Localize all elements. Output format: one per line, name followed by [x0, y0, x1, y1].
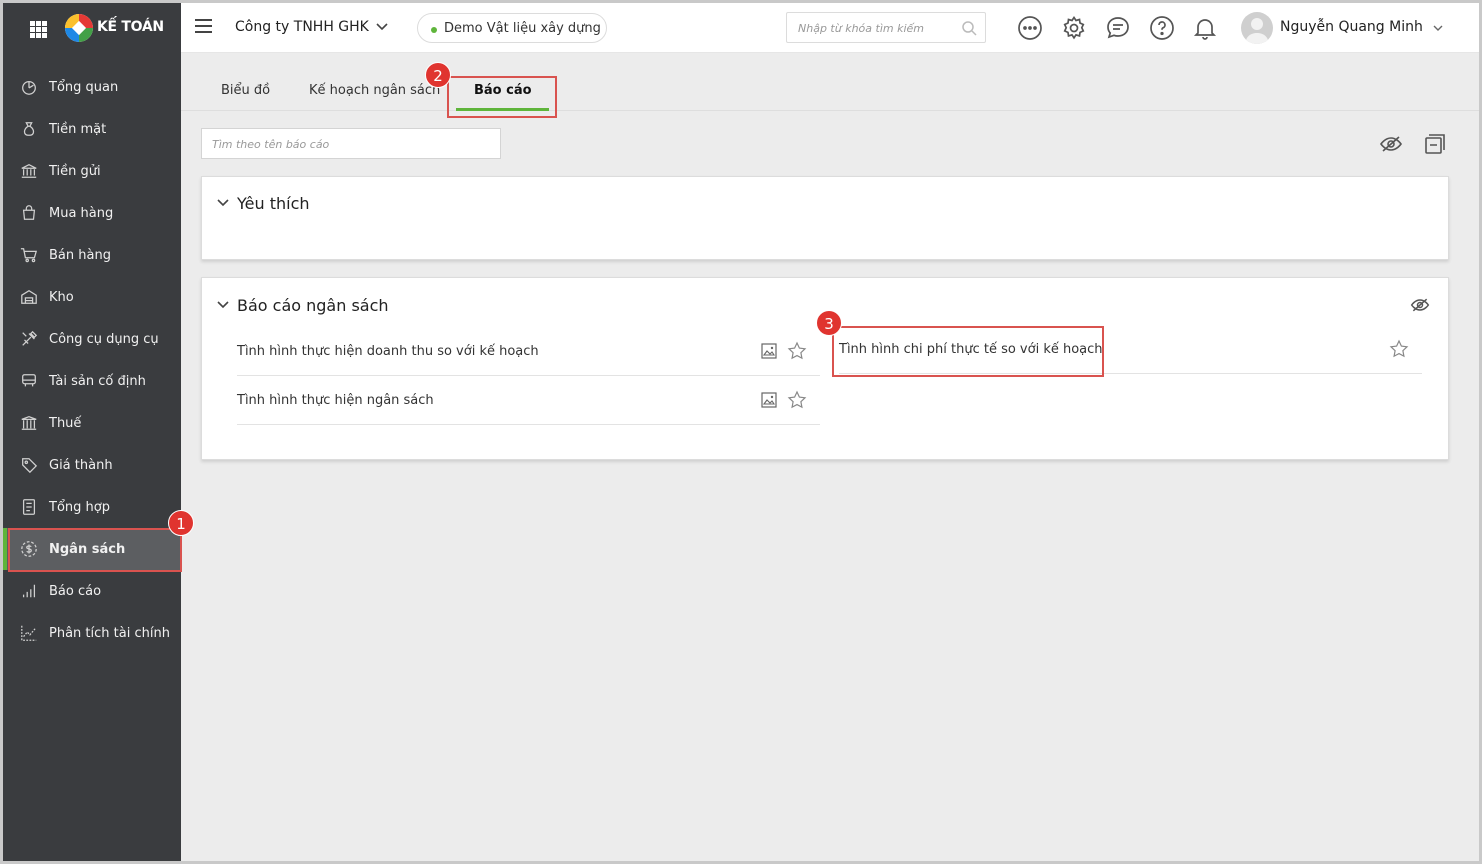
- report-item-label[interactable]: Tình hình thực hiện doanh thu so với kế …: [237, 344, 539, 359]
- more-icon[interactable]: [1017, 15, 1043, 41]
- bar-chart-icon: [19, 581, 39, 601]
- bell-icon[interactable]: [1192, 15, 1218, 41]
- sidebar-item-tien-mat[interactable]: Tiền mặt: [3, 108, 181, 150]
- menu-icon[interactable]: [195, 19, 212, 33]
- user-name[interactable]: Nguyễn Quang Minh: [1280, 19, 1423, 35]
- tab-bieu-do[interactable]: Biểu đồ: [221, 83, 270, 98]
- sidebar-item-tong-quan[interactable]: Tổng quan: [3, 66, 181, 108]
- price-tag-icon: [19, 455, 39, 475]
- favorites-title[interactable]: Yêu thích: [237, 194, 310, 213]
- chat-icon[interactable]: [1105, 15, 1131, 41]
- sidebar-item-label: Tiền mặt: [49, 121, 107, 137]
- logo-icon: [65, 14, 93, 42]
- highlight-box: [8, 528, 182, 572]
- budget-reports-title[interactable]: Báo cáo ngân sách: [237, 296, 389, 315]
- image-icon[interactable]: [761, 392, 777, 408]
- step-badge: 1: [168, 510, 194, 536]
- sidebar-item-kho[interactable]: Kho: [3, 276, 181, 318]
- brand: KẾ TOÁN: [3, 3, 181, 53]
- star-icon[interactable]: [787, 341, 807, 361]
- sidebar-item-tai-san[interactable]: Tài sản cố định: [3, 360, 181, 402]
- search-placeholder: Nhập từ khóa tìm kiếm: [798, 22, 925, 35]
- budget-reports-section: Báo cáo ngân sách Tình hình thực hiện do…: [201, 277, 1449, 460]
- brand-name: KẾ TOÁN: [97, 19, 164, 35]
- sidebar-item-label: Tổng hợp: [49, 499, 110, 515]
- sidebar-item-mua-hang[interactable]: Mua hàng: [3, 192, 181, 234]
- tab-ke-hoach-ngan-sach[interactable]: Kế hoạch ngân sách: [309, 83, 440, 98]
- bank-icon: [19, 161, 39, 181]
- image-icon[interactable]: [761, 343, 777, 359]
- sidebar-item-tien-gui[interactable]: Tiền gửi: [3, 150, 181, 192]
- top-bar: Công ty TNHH GHK Demo Vật liệu xây dựng …: [181, 3, 1479, 53]
- report-search-placeholder: Tìm theo tên báo cáo: [212, 138, 330, 151]
- sidebar-item-label: Giá thành: [49, 457, 113, 473]
- tools-icon: [19, 329, 39, 349]
- sidebar-item-cong-cu[interactable]: Công cụ dụng cụ: [3, 318, 181, 360]
- ledger-icon: [19, 497, 39, 517]
- sidebar-item-label: Tiền gửi: [49, 163, 101, 179]
- avatar[interactable]: [1241, 12, 1273, 44]
- sidebar: KẾ TOÁN Tổng quan Tiền mặt Tiền gửi Mua …: [3, 3, 181, 861]
- report-item[interactable]: Tình hình thực hiện doanh thu so với kế …: [237, 327, 820, 376]
- sidebar-item-label: Tổng quan: [49, 79, 119, 95]
- report-item-label[interactable]: Tình hình thực hiện ngân sách: [237, 393, 434, 408]
- highlight-box: [447, 76, 557, 118]
- settings-icon[interactable]: [1061, 15, 1087, 41]
- step-badge: 2: [425, 62, 451, 88]
- asset-icon: [19, 371, 39, 391]
- favorites-section: Yêu thích: [201, 176, 1449, 260]
- star-icon[interactable]: [787, 390, 807, 410]
- chevron-down-icon[interactable]: [216, 298, 230, 312]
- tab-bar: Biểu đồ Kế hoạch ngân sách Báo cáo: [181, 53, 1479, 111]
- eye-off-icon[interactable]: [1379, 132, 1403, 156]
- sidebar-item-tong-hop[interactable]: Tổng hợp: [3, 486, 181, 528]
- status-dot: [431, 27, 437, 33]
- step-badge: 3: [816, 310, 842, 336]
- sidebar-item-bao-cao[interactable]: Báo cáo: [3, 570, 181, 612]
- sidebar-item-phan-tich[interactable]: Phân tích tài chính: [3, 612, 181, 654]
- help-icon[interactable]: [1149, 15, 1175, 41]
- app-window: KẾ TOÁN Tổng quan Tiền mặt Tiền gửi Mua …: [0, 0, 1482, 864]
- warehouse-icon: [19, 287, 39, 307]
- line-chart-icon: [19, 623, 39, 643]
- dashboard-icon: [19, 77, 39, 97]
- main-content: Biểu đồ Kế hoạch ngân sách Báo cáo Tìm t…: [181, 53, 1479, 861]
- sidebar-item-label: Phân tích tài chính: [49, 625, 170, 641]
- company-selector[interactable]: Công ty TNHH GHK: [235, 19, 369, 35]
- demo-label: Demo Vật liệu xây dựng: [444, 21, 601, 36]
- eye-off-icon[interactable]: [1410, 295, 1430, 315]
- report-item[interactable]: Tình hình thực hiện ngân sách: [237, 376, 820, 425]
- chevron-down-icon[interactable]: [1432, 22, 1444, 34]
- tax-icon: [19, 413, 39, 433]
- sidebar-item-label: Báo cáo: [49, 583, 102, 599]
- cart-icon: [19, 245, 39, 265]
- highlight-box: [832, 326, 1104, 377]
- sidebar-item-label: Tài sản cố định: [49, 373, 146, 389]
- sidebar-item-label: Kho: [49, 289, 74, 305]
- app-grid-icon[interactable]: [30, 21, 47, 38]
- sidebar-item-thue[interactable]: Thuế: [3, 402, 181, 444]
- sidebar-item-label: Bán hàng: [49, 247, 111, 263]
- global-search-input[interactable]: Nhập từ khóa tìm kiếm: [786, 12, 986, 43]
- sidebar-item-label: Công cụ dụng cụ: [49, 331, 159, 347]
- sidebar-item-gia-thanh[interactable]: Giá thành: [3, 444, 181, 486]
- chevron-down-icon[interactable]: [216, 196, 230, 210]
- money-bag-icon: [19, 119, 39, 139]
- sidebar-item-label: Mua hàng: [49, 205, 114, 221]
- star-icon[interactable]: [1389, 339, 1409, 359]
- shopping-bag-icon: [19, 203, 39, 223]
- sidebar-item-ban-hang[interactable]: Bán hàng: [3, 234, 181, 276]
- chevron-down-icon[interactable]: [375, 20, 389, 34]
- report-search-input[interactable]: Tìm theo tên báo cáo: [201, 128, 501, 159]
- demo-badge[interactable]: Demo Vật liệu xây dựng: [417, 13, 607, 43]
- sidebar-item-label: Thuế: [49, 415, 82, 431]
- collapse-all-icon[interactable]: [1423, 132, 1447, 156]
- search-icon[interactable]: [961, 20, 977, 36]
